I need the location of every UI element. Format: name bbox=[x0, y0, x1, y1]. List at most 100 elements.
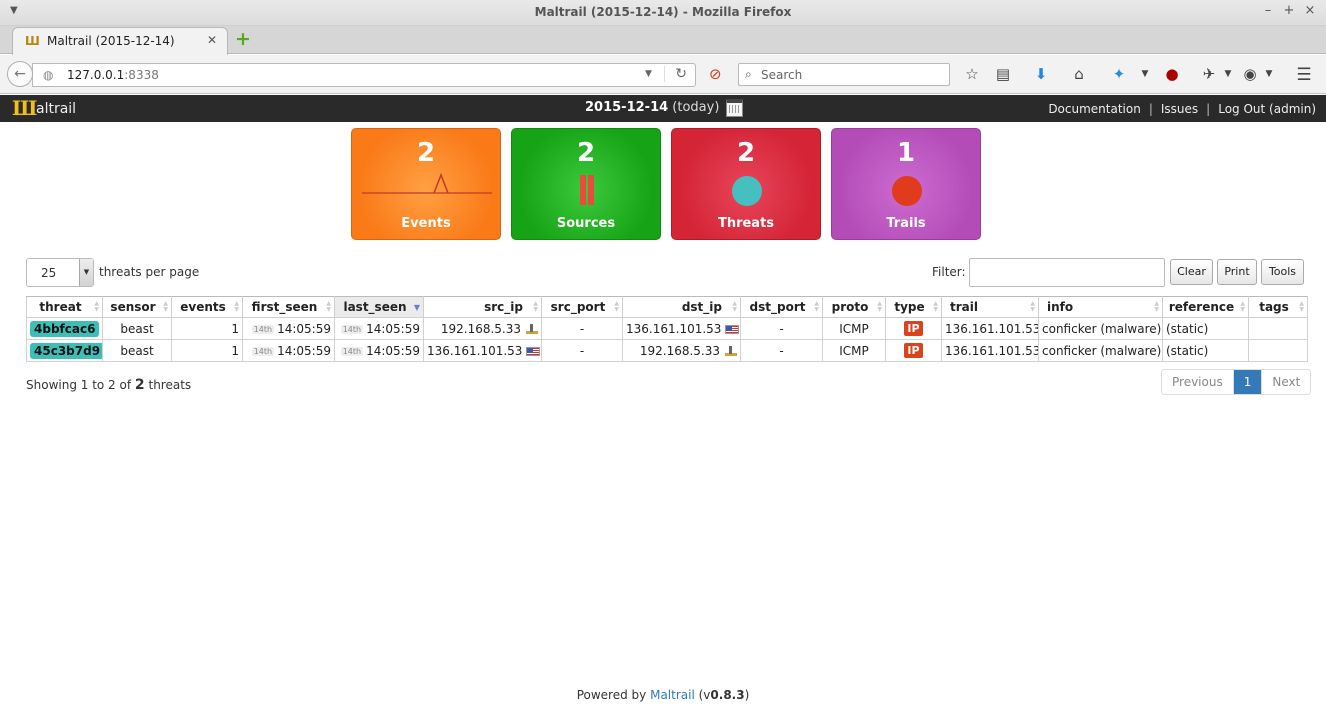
reload-icon[interactable]: ↻ bbox=[664, 66, 687, 82]
clear-button[interactable]: Clear bbox=[1170, 259, 1213, 285]
col-header-src-port[interactable]: src_port ▲ ▼ bbox=[541, 296, 623, 318]
dst-ip-cell: 136.161.101.53 bbox=[622, 317, 741, 340]
ublock-icon[interactable]: ● bbox=[1163, 65, 1181, 83]
local-network-icon bbox=[525, 323, 538, 334]
tags-cell[interactable] bbox=[1248, 317, 1308, 340]
addon-dropdown-icon[interactable]: ▼ bbox=[1219, 69, 1237, 79]
globe-icon: ◍ bbox=[43, 68, 54, 82]
sources-count: 2 bbox=[576, 138, 596, 168]
documentation-link[interactable]: Documentation bbox=[1048, 102, 1141, 116]
col-header-threat[interactable]: threat ▲ ▼ bbox=[26, 296, 103, 318]
col-header-proto[interactable]: proto ▲ ▼ bbox=[822, 296, 886, 318]
per-page-select[interactable]: 25 ▼ bbox=[26, 258, 94, 287]
sources-label: Sources bbox=[556, 216, 616, 231]
trails-label: Trails bbox=[886, 216, 926, 231]
browser-tab[interactable]: Ш Maltrail (2015-12-14) ✕ bbox=[12, 27, 228, 55]
col-header-type[interactable]: type ▲ ▼ bbox=[885, 296, 942, 318]
sensor-cell: beast bbox=[102, 339, 172, 362]
close-window-icon[interactable]: × bbox=[1303, 3, 1317, 18]
url-history-dropdown-icon[interactable]: ▼ bbox=[645, 69, 652, 79]
local-network-icon bbox=[724, 345, 737, 356]
calendar-icon[interactable] bbox=[726, 99, 743, 117]
dst-ip-cell: 192.168.5.33 bbox=[622, 339, 741, 362]
reference-cell: (static) bbox=[1162, 339, 1249, 362]
previous-page-button[interactable]: Previous bbox=[1162, 370, 1233, 394]
threats-box[interactable]: 2 Threats bbox=[671, 128, 821, 240]
tracking-block-icon[interactable]: ⊘ bbox=[709, 65, 722, 83]
tab-close-icon[interactable]: ✕ bbox=[207, 33, 217, 47]
back-button[interactable]: ← bbox=[7, 61, 33, 87]
col-header-tags[interactable]: tags ▲ ▼ bbox=[1248, 296, 1308, 318]
trail-cell[interactable]: 136.161.101.53 bbox=[941, 339, 1039, 362]
tools-button[interactable]: Tools bbox=[1261, 259, 1304, 285]
col-header-dst-ip[interactable]: dst_ip ▲ ▼ bbox=[622, 296, 741, 318]
date-value: 2015-12-14 bbox=[585, 100, 669, 115]
search-icon: ⌕ bbox=[745, 67, 752, 81]
col-header-trail[interactable]: trail ▲ ▼ bbox=[941, 296, 1039, 318]
sort-desc-icon: ▼ bbox=[413, 303, 420, 312]
search-input[interactable] bbox=[761, 66, 941, 84]
events-sparkline bbox=[362, 172, 492, 194]
home-icon[interactable]: ⌂ bbox=[1070, 65, 1088, 83]
trail-cell[interactable]: 136.161.101.53 bbox=[941, 317, 1039, 340]
url-bar[interactable]: ◍ 127.0.0.1:8338 ▼ ↻ bbox=[32, 63, 696, 87]
col-header-reference[interactable]: reference ▲ ▼ bbox=[1162, 296, 1249, 318]
maltrail-link[interactable]: Maltrail bbox=[650, 688, 695, 702]
per-page-label: threats per page bbox=[99, 265, 200, 279]
print-button[interactable]: Print bbox=[1217, 259, 1257, 285]
trails-box[interactable]: 1 Trails bbox=[831, 128, 981, 240]
current-date: 2015-12-14 (today) bbox=[585, 100, 719, 115]
issues-link[interactable]: Issues bbox=[1161, 102, 1198, 116]
col-header-events[interactable]: events ▲ ▼ bbox=[171, 296, 243, 318]
new-tab-icon[interactable]: + bbox=[235, 30, 251, 49]
per-page-dropdown-icon[interactable]: ▼ bbox=[79, 259, 93, 286]
col-header-dst-port[interactable]: dst_port ▲ ▼ bbox=[740, 296, 823, 318]
src-port-cell: - bbox=[541, 317, 623, 340]
tab-title: Maltrail (2015-12-14) bbox=[47, 34, 175, 48]
page-1-button[interactable]: 1 bbox=[1232, 370, 1263, 394]
src-ip-cell: 192.168.5.33 bbox=[423, 317, 542, 340]
type-badge: IP bbox=[904, 321, 923, 336]
reading-list-icon[interactable]: ▤ bbox=[994, 65, 1012, 83]
us-flag-icon bbox=[725, 324, 740, 334]
logout-link[interactable]: Log Out (admin) bbox=[1218, 102, 1316, 116]
addon-icon[interactable]: ✈ bbox=[1200, 65, 1218, 83]
filter-input[interactable] bbox=[969, 258, 1165, 287]
download-icon[interactable]: ⬇ bbox=[1032, 65, 1050, 83]
network-extension-dropdown-icon[interactable]: ▼ bbox=[1136, 69, 1154, 79]
dst-port-cell: - bbox=[740, 339, 823, 362]
search-bar[interactable]: ⌕ bbox=[738, 63, 950, 86]
col-header-info[interactable]: info ▲ ▼ bbox=[1038, 296, 1163, 318]
hamburger-menu-icon[interactable]: ☰ bbox=[1295, 65, 1313, 85]
col-header-last-seen[interactable]: last_seen ▼ bbox=[334, 296, 424, 318]
col-header-src-ip[interactable]: src_ip ▲ ▼ bbox=[423, 296, 542, 318]
src-port-cell: - bbox=[541, 339, 623, 362]
proto-cell: ICMP bbox=[822, 317, 886, 340]
first-seen-cell: 14th 14:05:59 bbox=[242, 317, 335, 340]
app-header: Ш altrail 2015-12-14 (today) Documentati… bbox=[0, 95, 1326, 122]
table-row[interactable]: 45c3b7d9 beast 1 14th 14:05:59 14th 14:05:… bbox=[26, 339, 1308, 362]
maximize-icon[interactable]: + bbox=[1282, 3, 1296, 18]
network-extension-icon[interactable]: ✦ bbox=[1110, 65, 1128, 83]
date-note: (today) bbox=[672, 100, 720, 115]
col-header-sensor[interactable]: sensor ▲ ▼ bbox=[102, 296, 172, 318]
sensor-cell: beast bbox=[102, 317, 172, 340]
profile-icon[interactable]: ◉ bbox=[1241, 65, 1259, 83]
minimize-icon[interactable]: – bbox=[1261, 3, 1275, 18]
threat-id[interactable]: 4bbfcac6 bbox=[30, 320, 100, 337]
window-title: Maltrail (2015-12-14) - Mozilla Firefox bbox=[534, 5, 792, 19]
events-box[interactable]: 2 Events bbox=[351, 128, 501, 240]
url-text: 127.0.0.1:8338 bbox=[67, 68, 159, 82]
profile-dropdown-icon[interactable]: ▼ bbox=[1260, 69, 1278, 79]
type-cell: IP bbox=[885, 339, 942, 362]
threats-label: Threats bbox=[717, 216, 775, 231]
bookmark-star-icon[interactable]: ☆ bbox=[963, 65, 981, 83]
first-seen-cell: 14th 14:05:59 bbox=[242, 339, 335, 362]
col-header-first-seen[interactable]: first_seen ▲ ▼ bbox=[242, 296, 335, 318]
next-page-button[interactable]: Next bbox=[1262, 370, 1310, 394]
sources-box[interactable]: 2 Sources bbox=[511, 128, 661, 240]
tags-cell[interactable] bbox=[1248, 339, 1308, 362]
back-arrow-icon: ← bbox=[14, 66, 26, 82]
table-row[interactable]: 4bbfcac6 beast 1 14th 14:05:59 14th 14:05:… bbox=[26, 317, 1308, 340]
threat-id[interactable]: 45c3b7d9 bbox=[30, 342, 102, 359]
